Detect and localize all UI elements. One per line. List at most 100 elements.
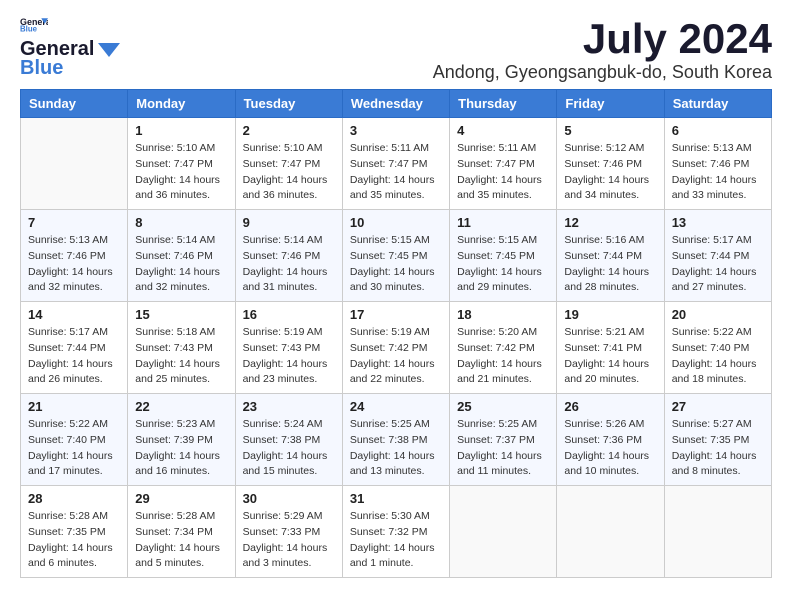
- calendar-cell: 30Sunrise: 5:29 AM Sunset: 7:33 PM Dayli…: [235, 486, 342, 578]
- day-number: 27: [672, 399, 764, 414]
- calendar-cell: 10Sunrise: 5:15 AM Sunset: 7:45 PM Dayli…: [342, 210, 449, 302]
- day-number: 13: [672, 215, 764, 230]
- calendar-week-row: 21 Sunrise: 5:22 AM Sunset: 7:40 PM Dayli…: [21, 394, 772, 486]
- day-info: Sunrise: 5:12 AM Sunset: 7:46 PM Dayligh…: [564, 141, 656, 204]
- day-number: 24: [350, 399, 442, 414]
- day-number: 25: [457, 399, 549, 414]
- calendar-cell: 11 Sunrise: 5:15 AM Sunset: 7:45 PM Dayli…: [450, 210, 557, 302]
- day-info: Sunrise: 5:10 AM Sunset: 7:47 PM Dayligh…: [135, 141, 227, 204]
- calendar-cell: 19 Sunrise: 5:21 AM Sunset: 7:41 PM Dayli…: [557, 302, 664, 394]
- calendar-cell: 2 Sunrise: 5:10 AM Sunset: 7:47 PM Daylig…: [235, 118, 342, 210]
- location-subtitle: Andong, Gyeongsangbuk-do, South Korea: [433, 62, 772, 83]
- calendar-cell: 29 Sunrise: 5:28 AM Sunset: 7:34 PM Dayli…: [128, 486, 235, 578]
- calendar-cell: 7Sunrise: 5:13 AM Sunset: 7:46 PM Daylig…: [21, 210, 128, 302]
- day-number: 18: [457, 307, 549, 322]
- page-header: General Blue General Blue July 2024 Ando…: [20, 16, 772, 83]
- day-number: 16: [243, 307, 335, 322]
- calendar-cell: 20 Sunrise: 5:22 AM Sunset: 7:40 PM Dayli…: [664, 302, 771, 394]
- day-number: 21: [28, 399, 120, 414]
- day-number: 3: [350, 123, 442, 138]
- header-monday: Monday: [128, 90, 235, 118]
- calendar-cell: 15 Sunrise: 5:18 AM Sunset: 7:43 PM Dayli…: [128, 302, 235, 394]
- header-sunday: Sunday: [21, 90, 128, 118]
- day-number: 29: [135, 491, 227, 506]
- day-number: 22: [135, 399, 227, 414]
- day-info: Sunrise: 5:30 AM Sunset: 7:32 PM Dayligh…: [350, 509, 442, 572]
- day-info: Sunrise: 5:15 AM Sunset: 7:45 PM Dayligh…: [457, 233, 549, 296]
- logo: General Blue General Blue: [20, 16, 120, 80]
- day-info: Sunrise: 5:19 AM Sunset: 7:42 PM Dayligh…: [350, 325, 442, 388]
- calendar-cell: 24 Sunrise: 5:25 AM Sunset: 7:38 PM Dayli…: [342, 394, 449, 486]
- day-number: 9: [243, 215, 335, 230]
- calendar-cell: 27 Sunrise: 5:27 AM Sunset: 7:35 PM Dayli…: [664, 394, 771, 486]
- day-info: Sunrise: 5:14 AM Sunset: 7:46 PM Dayligh…: [135, 233, 227, 296]
- calendar-header-row: SundayMondayTuesdayWednesdayThursdayFrid…: [21, 90, 772, 118]
- day-info: Sunrise: 5:13 AM Sunset: 7:46 PM Dayligh…: [28, 233, 120, 296]
- day-number: 20: [672, 307, 764, 322]
- day-number: 19: [564, 307, 656, 322]
- day-number: 11: [457, 215, 549, 230]
- day-info: Sunrise: 5:22 AM Sunset: 7:40 PM Dayligh…: [672, 325, 764, 388]
- day-info: Sunrise: 5:14 AM Sunset: 7:46 PM Dayligh…: [243, 233, 335, 296]
- day-info: Sunrise: 5:27 AM Sunset: 7:35 PM Dayligh…: [672, 417, 764, 480]
- day-info: Sunrise: 5:26 AM Sunset: 7:36 PM Dayligh…: [564, 417, 656, 480]
- day-info: Sunrise: 5:25 AM Sunset: 7:38 PM Dayligh…: [350, 417, 442, 480]
- day-info: Sunrise: 5:17 AM Sunset: 7:44 PM Dayligh…: [28, 325, 120, 388]
- day-info: Sunrise: 5:23 AM Sunset: 7:39 PM Dayligh…: [135, 417, 227, 480]
- calendar-cell: [557, 486, 664, 578]
- calendar-cell: 12 Sunrise: 5:16 AM Sunset: 7:44 PM Dayli…: [557, 210, 664, 302]
- header-thursday: Thursday: [450, 90, 557, 118]
- calendar-week-row: 7Sunrise: 5:13 AM Sunset: 7:46 PM Daylig…: [21, 210, 772, 302]
- day-number: 23: [243, 399, 335, 414]
- calendar-cell: 3Sunrise: 5:11 AM Sunset: 7:47 PM Daylig…: [342, 118, 449, 210]
- calendar-cell: 9 Sunrise: 5:14 AM Sunset: 7:46 PM Daylig…: [235, 210, 342, 302]
- calendar-cell: 31 Sunrise: 5:30 AM Sunset: 7:32 PM Dayli…: [342, 486, 449, 578]
- day-info: Sunrise: 5:18 AM Sunset: 7:43 PM Dayligh…: [135, 325, 227, 388]
- month-year-title: July 2024: [433, 16, 772, 62]
- calendar-week-row: 14Sunrise: 5:17 AM Sunset: 7:44 PM Dayli…: [21, 302, 772, 394]
- header-saturday: Saturday: [664, 90, 771, 118]
- day-info: Sunrise: 5:29 AM Sunset: 7:33 PM Dayligh…: [243, 509, 335, 572]
- calendar-cell: 22 Sunrise: 5:23 AM Sunset: 7:39 PM Dayli…: [128, 394, 235, 486]
- calendar-cell: [21, 118, 128, 210]
- day-number: 15: [135, 307, 227, 322]
- calendar-cell: 25 Sunrise: 5:25 AM Sunset: 7:37 PM Dayli…: [450, 394, 557, 486]
- svg-text:Blue: Blue: [20, 25, 38, 34]
- day-number: 26: [564, 399, 656, 414]
- calendar-cell: 13 Sunrise: 5:17 AM Sunset: 7:44 PM Dayli…: [664, 210, 771, 302]
- day-info: Sunrise: 5:24 AM Sunset: 7:38 PM Dayligh…: [243, 417, 335, 480]
- day-number: 17: [350, 307, 442, 322]
- day-number: 1: [135, 123, 227, 138]
- calendar-cell: 5Sunrise: 5:12 AM Sunset: 7:46 PM Daylig…: [557, 118, 664, 210]
- calendar-week-row: 1 Sunrise: 5:10 AM Sunset: 7:47 PM Daylig…: [21, 118, 772, 210]
- calendar-table: SundayMondayTuesdayWednesdayThursdayFrid…: [20, 89, 772, 578]
- day-info: Sunrise: 5:10 AM Sunset: 7:47 PM Dayligh…: [243, 141, 335, 204]
- calendar-cell: 1 Sunrise: 5:10 AM Sunset: 7:47 PM Daylig…: [128, 118, 235, 210]
- day-info: Sunrise: 5:19 AM Sunset: 7:43 PM Dayligh…: [243, 325, 335, 388]
- calendar-cell: 4Sunrise: 5:11 AM Sunset: 7:47 PM Daylig…: [450, 118, 557, 210]
- day-info: Sunrise: 5:17 AM Sunset: 7:44 PM Dayligh…: [672, 233, 764, 296]
- day-info: Sunrise: 5:25 AM Sunset: 7:37 PM Dayligh…: [457, 417, 549, 480]
- title-block: July 2024 Andong, Gyeongsangbuk-do, Sout…: [433, 16, 772, 83]
- day-info: Sunrise: 5:20 AM Sunset: 7:42 PM Dayligh…: [457, 325, 549, 388]
- calendar-cell: 6 Sunrise: 5:13 AM Sunset: 7:46 PM Daylig…: [664, 118, 771, 210]
- header-wednesday: Wednesday: [342, 90, 449, 118]
- header-tuesday: Tuesday: [235, 90, 342, 118]
- day-number: 31: [350, 491, 442, 506]
- day-number: 2: [243, 123, 335, 138]
- calendar-cell: 23 Sunrise: 5:24 AM Sunset: 7:38 PM Dayli…: [235, 394, 342, 486]
- day-info: Sunrise: 5:28 AM Sunset: 7:34 PM Dayligh…: [135, 509, 227, 572]
- day-number: 12: [564, 215, 656, 230]
- calendar-cell: 21 Sunrise: 5:22 AM Sunset: 7:40 PM Dayli…: [21, 394, 128, 486]
- day-number: 4: [457, 123, 549, 138]
- day-info: Sunrise: 5:21 AM Sunset: 7:41 PM Dayligh…: [564, 325, 656, 388]
- day-info: Sunrise: 5:13 AM Sunset: 7:46 PM Dayligh…: [672, 141, 764, 204]
- day-info: Sunrise: 5:16 AM Sunset: 7:44 PM Dayligh…: [564, 233, 656, 296]
- day-number: 10: [350, 215, 442, 230]
- day-number: 8: [135, 215, 227, 230]
- day-number: 6: [672, 123, 764, 138]
- day-info: Sunrise: 5:22 AM Sunset: 7:40 PM Dayligh…: [28, 417, 120, 480]
- calendar-cell: 26 Sunrise: 5:26 AM Sunset: 7:36 PM Dayli…: [557, 394, 664, 486]
- calendar-cell: [664, 486, 771, 578]
- calendar-cell: 18 Sunrise: 5:20 AM Sunset: 7:42 PM Dayli…: [450, 302, 557, 394]
